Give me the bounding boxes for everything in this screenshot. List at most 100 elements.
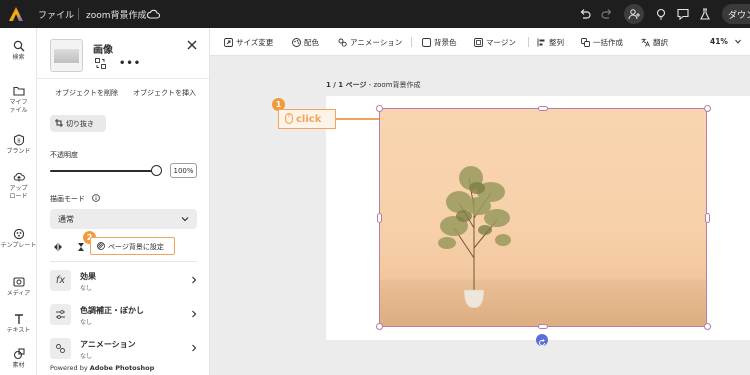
toolbar-translate[interactable]: 翻訳 <box>641 37 668 48</box>
resize-handle-top-left[interactable] <box>376 105 383 112</box>
accordion-effects[interactable]: fx 効果 なし <box>50 268 197 298</box>
palette-icon <box>292 38 301 47</box>
blend-mode-select[interactable]: 通常 <box>50 209 197 229</box>
rail-item-elements[interactable]: 素材 <box>0 348 37 370</box>
adobe-express-logo[interactable] <box>8 6 24 22</box>
toolbar-animation[interactable]: アニメーション <box>338 37 402 48</box>
flip-icon[interactable] <box>53 242 63 252</box>
toolbar-color-scheme[interactable]: 配色 <box>292 37 319 48</box>
accordion-title: アニメーション <box>80 340 136 349</box>
resize-handle-bottom-left[interactable] <box>376 323 383 330</box>
rail-label: メディア <box>6 290 31 297</box>
pattern-icon <box>97 242 105 250</box>
resize-handle-right[interactable] <box>705 213 710 223</box>
panel-title: 画像 <box>93 45 113 56</box>
rail-item-search[interactable]: 検索 <box>0 40 37 62</box>
crop-button[interactable]: 切り抜き <box>50 115 106 132</box>
resize-handle-bottom[interactable] <box>538 324 548 329</box>
accordion-title: 色調補正・ぼかし <box>80 306 144 315</box>
rail-item-templates[interactable]: テンプレート <box>0 228 37 250</box>
rail-label: ブランド <box>6 148 31 155</box>
toolbar-margin[interactable]: マージン <box>474 37 516 48</box>
rail-item-my-files[interactable]: マイファイル <box>0 85 37 115</box>
remove-object-button[interactable]: オブジェクトを削除 <box>55 88 118 98</box>
rotate-icon <box>539 339 545 346</box>
info-icon[interactable] <box>92 194 100 202</box>
rail-item-brand[interactable]: B ブランド <box>0 134 37 156</box>
toolbar-label: サイズ変更 <box>236 38 274 47</box>
chevron-right-icon <box>192 310 197 318</box>
image-thumbnail <box>50 39 83 72</box>
resize-icon <box>224 38 233 47</box>
resize-handle-top-right[interactable] <box>704 105 711 112</box>
selection-frame <box>379 108 707 327</box>
insert-object-button[interactable]: オブジェクトを挿入 <box>133 88 196 98</box>
template-icon <box>13 228 24 240</box>
opacity-slider-handle[interactable] <box>151 165 162 176</box>
comment-icon[interactable] <box>676 7 690 21</box>
resize-handle-bottom-right[interactable] <box>704 323 711 330</box>
bulk-create-icon <box>581 38 590 47</box>
toolbar-label: アニメーション <box>350 38 403 47</box>
chevron-down-icon <box>181 217 189 222</box>
lightbulb-icon[interactable] <box>654 7 668 21</box>
opacity-input[interactable]: 100% <box>170 163 197 178</box>
rail-label: テンプレート <box>0 242 37 249</box>
hourglass-icon[interactable] <box>76 242 86 252</box>
adjust-icon <box>50 304 71 325</box>
rail-item-upload[interactable]: アップロード <box>0 171 37 201</box>
accordion-adjustments[interactable]: 色調補正・ぼかし なし <box>50 302 197 332</box>
close-icon[interactable] <box>187 40 197 50</box>
rotate-handle[interactable] <box>536 334 548 346</box>
toolbar-bulk-create[interactable]: 一括作成 <box>581 37 623 48</box>
chevron-right-icon <box>192 344 197 352</box>
media-icon <box>12 277 25 287</box>
lab-flask-icon[interactable] <box>698 7 712 21</box>
toolbar-label: 翻訳 <box>653 38 668 47</box>
toolbar-divider <box>411 37 412 47</box>
zoom-level[interactable]: 41% <box>710 37 728 46</box>
file-menu[interactable]: ファイル <box>38 8 74 21</box>
set-page-background-label: ページ背景に設定 <box>108 243 164 251</box>
svg-text:B: B <box>17 138 21 144</box>
margin-icon <box>474 38 483 47</box>
annotation-connector <box>336 118 379 120</box>
more-options-icon[interactable]: ••• <box>119 58 141 69</box>
toolbar-background-color[interactable]: 背景色 <box>422 37 457 48</box>
download-button[interactable]: ダウンロード <box>722 4 750 24</box>
rail-item-text[interactable]: テキスト <box>0 313 37 335</box>
opacity-slider-track[interactable] <box>50 170 157 172</box>
resize-handle-left[interactable] <box>377 213 382 223</box>
elements-icon <box>13 348 25 360</box>
search-icon <box>13 40 24 52</box>
set-page-background-button[interactable]: ページ背景に設定 <box>90 237 175 255</box>
context-toolbar: サイズ変更 配色 アニメーション 背景色 マージン 整列 一括作成 翻訳 41% <box>210 28 750 56</box>
chevron-right-icon <box>192 276 197 284</box>
translate-icon <box>641 38 650 47</box>
toolbar-align[interactable]: 整列 <box>537 37 564 48</box>
powered-by-text: Powered by Adobe Photoshop <box>50 364 155 372</box>
accordion-subtitle: なし <box>80 353 93 360</box>
blend-mode-label: 描画モード <box>50 195 85 203</box>
undo-icon[interactable] <box>578 7 592 21</box>
add-user-button[interactable] <box>624 4 644 24</box>
square-icon <box>422 38 431 47</box>
blend-mode-value: 通常 <box>58 215 74 224</box>
redo-icon[interactable] <box>600 7 614 21</box>
rail-item-media[interactable]: メディア <box>0 276 37 298</box>
document-title[interactable]: zoom背景作成 <box>86 8 147 21</box>
chevron-down-icon[interactable] <box>735 39 741 44</box>
properties-panel: 画像 ••• オブジェクトを削除 オブジェクトを挿入 切り抜き 不透明度 100… <box>37 28 210 375</box>
toolbar-label: 配色 <box>304 38 319 47</box>
accordion-animation[interactable]: アニメーション なし <box>50 336 197 366</box>
panel-divider <box>50 261 197 262</box>
cloud-icon[interactable] <box>146 7 160 21</box>
toolbar-resize[interactable]: サイズ変更 <box>224 37 273 48</box>
folder-icon <box>12 86 25 96</box>
page-label: 1 / 1 ページ - zoom背景作成 <box>326 81 421 89</box>
brand-icon: B <box>13 134 24 146</box>
replace-image-icon[interactable] <box>95 58 106 69</box>
toolbar-divider <box>528 37 529 47</box>
resize-handle-top[interactable] <box>538 106 548 111</box>
text-icon <box>14 314 23 324</box>
